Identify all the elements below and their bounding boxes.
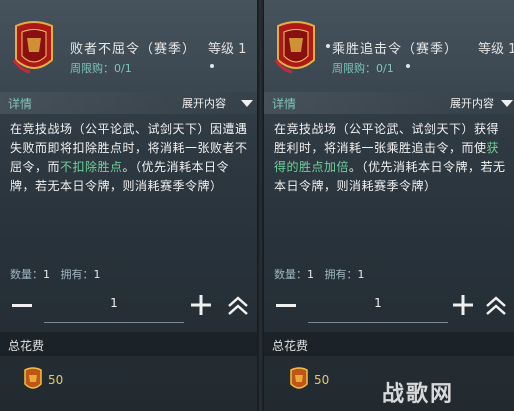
item-panel-right: 乘胜追击令（赛季） 等级 1 周限购：0/1 详情 展开内容 在竞技战场（公平论… <box>264 0 514 411</box>
quantity-input[interactable]: 1 <box>308 296 448 310</box>
highlight-text: 不扣除胜点 <box>60 160 123 174</box>
quantity-input[interactable]: 1 <box>44 296 184 310</box>
total-cost-value: 50 <box>314 373 330 387</box>
expand-content-button[interactable]: 展开内容 <box>450 95 494 111</box>
max-quantity-icon[interactable] <box>484 294 508 318</box>
quantity-info: 数量：1 拥有：1 <box>10 268 101 281</box>
quantity-underline <box>308 322 448 323</box>
sparkle-dot <box>210 64 214 68</box>
expand-content-button[interactable]: 展开内容 <box>182 95 226 111</box>
sparkle-dot <box>406 64 410 68</box>
site-watermark: 战歌网 <box>382 382 455 407</box>
max-quantity-icon[interactable] <box>226 294 250 318</box>
chevron-down-icon[interactable] <box>500 96 514 110</box>
item-level: 等级 1 <box>478 42 514 57</box>
quantity-info: 数量：1 拥有：1 <box>274 268 365 281</box>
plus-icon[interactable] <box>190 294 212 316</box>
minus-icon[interactable] <box>10 294 34 318</box>
weekly-limit: 周限购：0/1 <box>332 62 394 75</box>
item-level: 等级 1 <box>208 42 247 57</box>
item-description: 在竞技战场（公平论武、试剑天下）获得胜利时，将消耗一张乘胜追击令，而使获得的胜点… <box>274 122 506 193</box>
total-cost-label: 总花费 <box>272 339 309 353</box>
panel-divider <box>257 0 264 411</box>
token-currency-icon <box>290 367 308 389</box>
item-title: 乘胜追击令（赛季） <box>332 42 459 57</box>
token-icon <box>12 21 53 74</box>
token-icon <box>274 21 315 74</box>
weekly-limit: 周限购：0/1 <box>70 62 132 75</box>
plus-icon[interactable] <box>452 294 474 316</box>
detail-label: 详情 <box>272 97 297 111</box>
item-title: 败者不屈令（赛季） <box>70 42 197 57</box>
total-cost-value: 50 <box>48 373 64 387</box>
token-currency-icon <box>24 367 42 389</box>
item-description: 在竞技战场（公平论武、试剑天下）因遭遇失败而即将扣除胜点时，将消耗一张败者不屈令… <box>10 122 248 193</box>
detail-label: 详情 <box>8 97 33 111</box>
quantity-underline <box>44 322 184 323</box>
minus-icon[interactable] <box>274 294 298 318</box>
chevron-down-icon[interactable] <box>240 96 254 110</box>
total-cost-label: 总花费 <box>8 339 45 353</box>
sparkle-dot <box>326 44 330 48</box>
item-panel-left: 败者不屈令（赛季） 等级 1 周限购：0/1 详情 展开内容 在竞技战场（公平论… <box>0 0 257 411</box>
